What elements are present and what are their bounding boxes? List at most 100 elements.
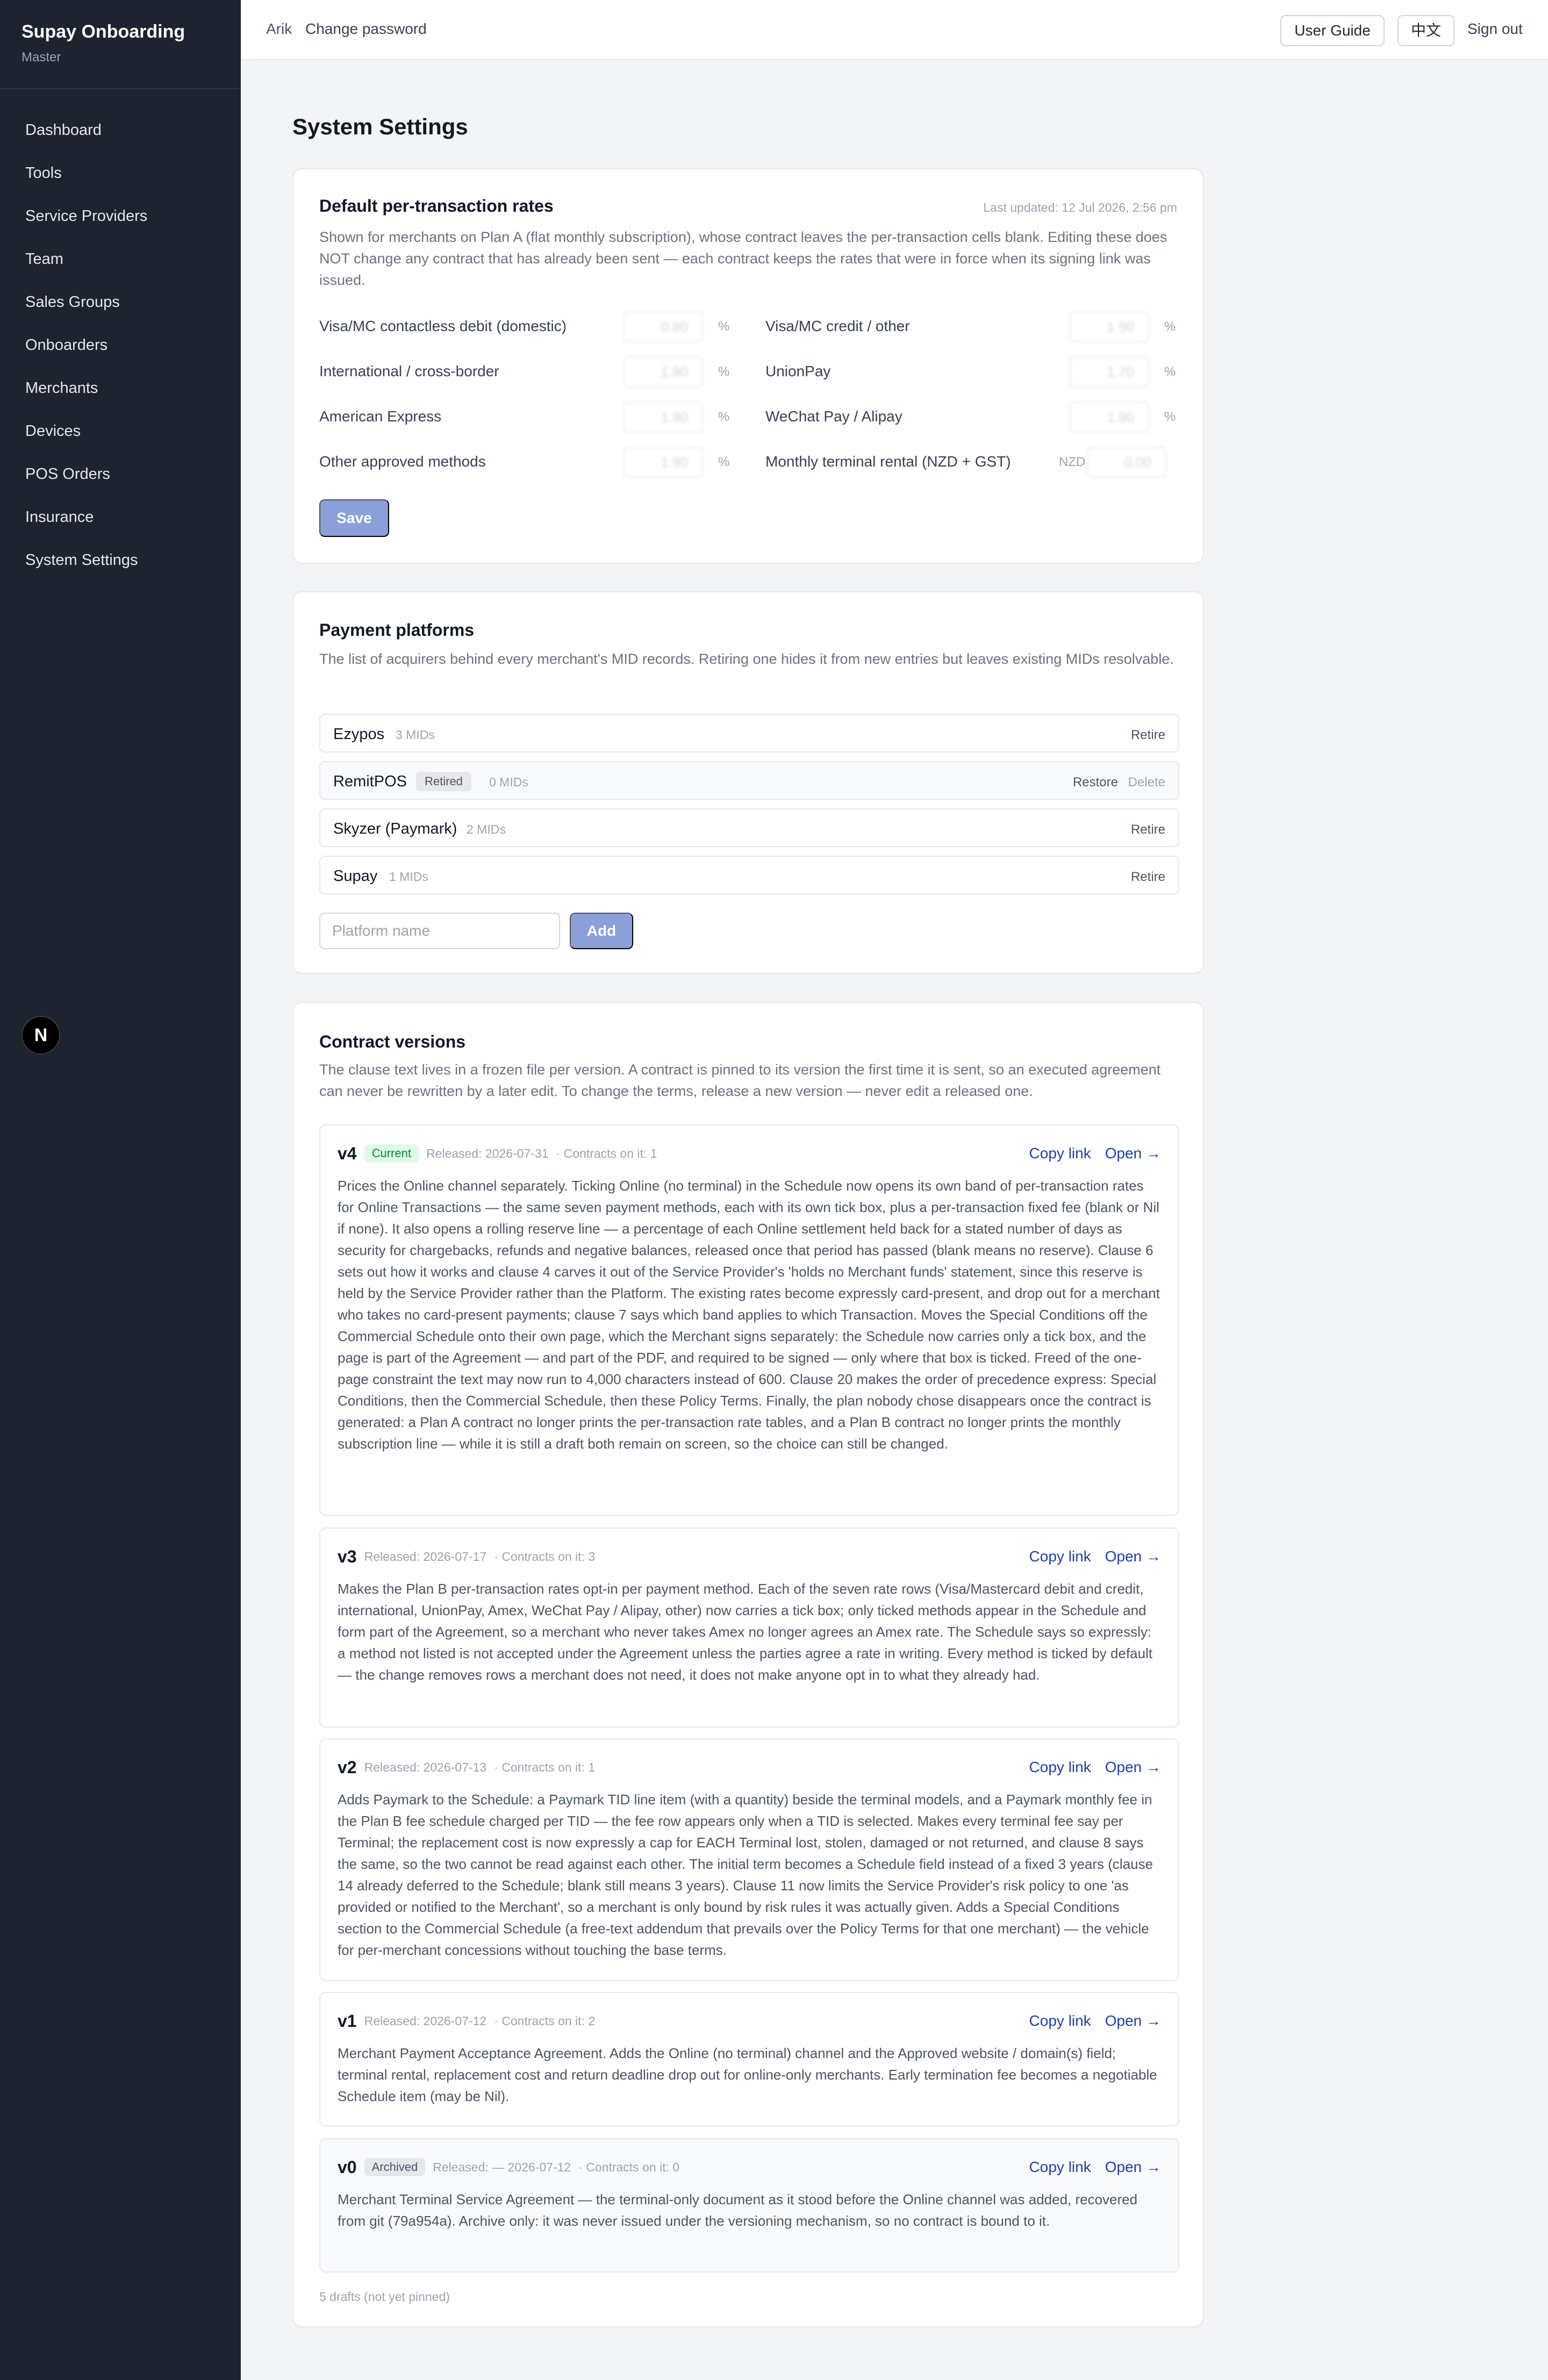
copy-link-button[interactable]: Copy link bbox=[1029, 1548, 1091, 1565]
rate-input-contactless-debit[interactable]: 0.80 bbox=[624, 311, 703, 342]
brand: Supay Onboarding Master bbox=[0, 0, 241, 89]
sidebar-item-team[interactable]: Team bbox=[0, 238, 241, 281]
copy-link-button[interactable]: Copy link bbox=[1029, 1759, 1091, 1776]
open-link[interactable]: Open → bbox=[1105, 2012, 1161, 2030]
change-password-link[interactable]: Change password bbox=[305, 20, 427, 38]
platform-name-input[interactable] bbox=[319, 913, 560, 949]
sign-out-link[interactable]: Sign out bbox=[1467, 20, 1523, 38]
retire-button[interactable]: Retire bbox=[1131, 870, 1165, 885]
open-link[interactable]: Open → bbox=[1105, 1145, 1161, 1162]
contract-version-card: v2 Released: 2026-07-13 · Contracts on i… bbox=[319, 1738, 1179, 1981]
sidebar-item-sales-groups[interactable]: Sales Groups bbox=[0, 281, 241, 324]
rate-label-unionpay: UnionPay bbox=[765, 363, 831, 379]
retire-button[interactable]: Retire bbox=[1131, 822, 1165, 837]
version-links: Copy link Open → bbox=[1029, 2012, 1161, 2030]
sidebar-item-insurance[interactable]: Insurance bbox=[0, 496, 241, 539]
rate-unit: % bbox=[718, 364, 730, 379]
sidebar: Supay Onboarding Master Dashboard Tools … bbox=[0, 0, 241, 2380]
app-name: Supay Onboarding bbox=[22, 21, 185, 42]
user-guide-button[interactable]: User Guide bbox=[1280, 15, 1385, 46]
platforms-title: Payment platforms bbox=[319, 620, 475, 640]
rate-label-amex: American Express bbox=[319, 408, 442, 425]
open-link[interactable]: Open → bbox=[1105, 2159, 1161, 2176]
rate-unit-nzd: NZD bbox=[1059, 455, 1086, 469]
copy-link-button[interactable]: Copy link bbox=[1029, 2159, 1091, 2176]
version-header: v0 Archived Released: — 2026-07-12 · Con… bbox=[338, 2156, 679, 2178]
version-contracts-count: · Contracts on it: 3 bbox=[494, 1549, 596, 1564]
version-released: Released: 2026-07-17 bbox=[364, 1549, 487, 1564]
version-contracts-count: · Contracts on it: 2 bbox=[494, 2013, 596, 2028]
rate-unit: % bbox=[718, 319, 730, 334]
rate-input-other-methods[interactable]: 1.90 bbox=[624, 447, 703, 478]
version-description: Merchant Payment Acceptance Agreement. A… bbox=[338, 2045, 1157, 2104]
version-header: v1 Released: 2026-07-12 · Contracts on i… bbox=[338, 2010, 595, 2032]
platform-row: RemitPOS Retired 0 MIDs Restore Delete bbox=[319, 761, 1179, 800]
rate-label-wechat-alipay: WeChat Pay / Alipay bbox=[765, 408, 902, 425]
platform-row: Skyzer (Paymark) 2 MIDs Retire bbox=[319, 808, 1179, 847]
sidebar-item-service-providers[interactable]: Service Providers bbox=[0, 195, 241, 238]
rate-input-international[interactable]: 1.90 bbox=[624, 356, 703, 388]
rate-label-terminal-rental: Monthly terminal rental (NZD + GST) bbox=[765, 453, 1011, 470]
page-title: System Settings bbox=[292, 114, 468, 139]
version-released: Released: 2026-07-31 bbox=[426, 1146, 549, 1160]
rates-updated: Last updated: 12 Jul 2026, 2:56 pm bbox=[983, 200, 1177, 214]
sidebar-item-merchants[interactable]: Merchants bbox=[0, 367, 241, 410]
rate-input-unionpay[interactable]: 1.70 bbox=[1070, 356, 1149, 388]
version-links: Copy link Open → bbox=[1029, 1145, 1161, 1162]
version-header: v2 Released: 2026-07-13 · Contracts on i… bbox=[338, 1757, 595, 1778]
platforms-card: Payment platforms The list of acquirers … bbox=[292, 591, 1204, 974]
sidebar-item-dashboard[interactable]: Dashboard bbox=[0, 109, 241, 152]
platform-name: RemitPOS bbox=[333, 773, 407, 790]
sidebar-item-system-settings[interactable]: System Settings bbox=[0, 539, 241, 582]
version-links: Copy link Open → bbox=[1029, 1548, 1161, 1565]
rates-title: Default per-transaction rates bbox=[319, 196, 554, 216]
save-button[interactable]: Save bbox=[319, 499, 389, 537]
platform-row: Ezypos 3 MIDs Retire bbox=[319, 714, 1179, 752]
sidebar-item-onboarders[interactable]: Onboarders bbox=[0, 324, 241, 367]
contract-version-card: v1 Released: 2026-07-12 · Contracts on i… bbox=[319, 1992, 1179, 2126]
rate-input-amex[interactable]: 1.90 bbox=[624, 402, 703, 433]
contracts-description: The clause text lives in a frozen file p… bbox=[319, 1062, 1161, 1099]
language-toggle-button[interactable]: 中文 bbox=[1398, 15, 1454, 46]
rate-input-terminal-rental[interactable]: 0.00 bbox=[1087, 447, 1166, 478]
rate-label-international: International / cross-border bbox=[319, 363, 499, 379]
version-links: Copy link Open → bbox=[1029, 2159, 1161, 2176]
platform-row: Supay 1 MIDs Retire bbox=[319, 856, 1179, 894]
n-logo-icon[interactable]: N bbox=[22, 1016, 60, 1055]
retire-button[interactable]: Retire bbox=[1131, 728, 1165, 743]
platform-name: Ezypos bbox=[333, 726, 385, 743]
version-number: v4 bbox=[338, 1143, 357, 1163]
contracts-title: Contract versions bbox=[319, 1032, 466, 1051]
delete-button[interactable]: Delete bbox=[1128, 775, 1165, 790]
platform-mids: 1 MIDs bbox=[389, 870, 428, 884]
version-header: v4 Current Released: 2026-07-31 · Contra… bbox=[338, 1143, 657, 1164]
rate-label-contactless-debit: Visa/MC contactless debit (domestic) bbox=[319, 318, 567, 334]
rate-label-credit-other: Visa/MC credit / other bbox=[765, 318, 910, 334]
sidebar-item-pos-orders[interactable]: POS Orders bbox=[0, 453, 241, 496]
sidebar-item-tools[interactable]: Tools bbox=[0, 152, 241, 195]
open-link[interactable]: Open → bbox=[1105, 1548, 1161, 1565]
copy-link-button[interactable]: Copy link bbox=[1029, 2012, 1091, 2030]
current-badge: Current bbox=[364, 1144, 419, 1163]
version-number: v2 bbox=[338, 1757, 357, 1777]
platform-mids: 2 MIDs bbox=[467, 822, 506, 836]
contract-version-card: v3 Released: 2026-07-17 · Contracts on i… bbox=[319, 1528, 1179, 1727]
add-platform-button[interactable]: Add bbox=[570, 913, 633, 949]
version-number: v3 bbox=[338, 1546, 357, 1566]
rate-unit: % bbox=[1164, 410, 1176, 424]
retired-badge: Retired bbox=[416, 772, 471, 791]
drafts-count[interactable]: 5 drafts (not yet pinned) bbox=[319, 2290, 450, 2304]
version-contracts-count: · Contracts on it: 1 bbox=[494, 1760, 596, 1774]
rate-unit: % bbox=[1164, 319, 1176, 334]
rate-unit: % bbox=[1164, 364, 1176, 379]
open-link[interactable]: Open → bbox=[1105, 1759, 1161, 1776]
sidebar-item-devices[interactable]: Devices bbox=[0, 410, 241, 453]
rate-input-credit-other[interactable]: 1.90 bbox=[1070, 311, 1149, 342]
version-released: Released: 2026-07-13 bbox=[364, 1760, 487, 1774]
user-role: Master bbox=[22, 50, 61, 64]
copy-link-button[interactable]: Copy link bbox=[1029, 1145, 1091, 1162]
rates-description: Shown for merchants on Plan A (flat mont… bbox=[319, 229, 1167, 288]
rate-input-wechat-alipay[interactable]: 1.90 bbox=[1070, 402, 1149, 433]
restore-button[interactable]: Restore bbox=[1073, 775, 1118, 790]
version-number: v1 bbox=[338, 2011, 357, 2031]
